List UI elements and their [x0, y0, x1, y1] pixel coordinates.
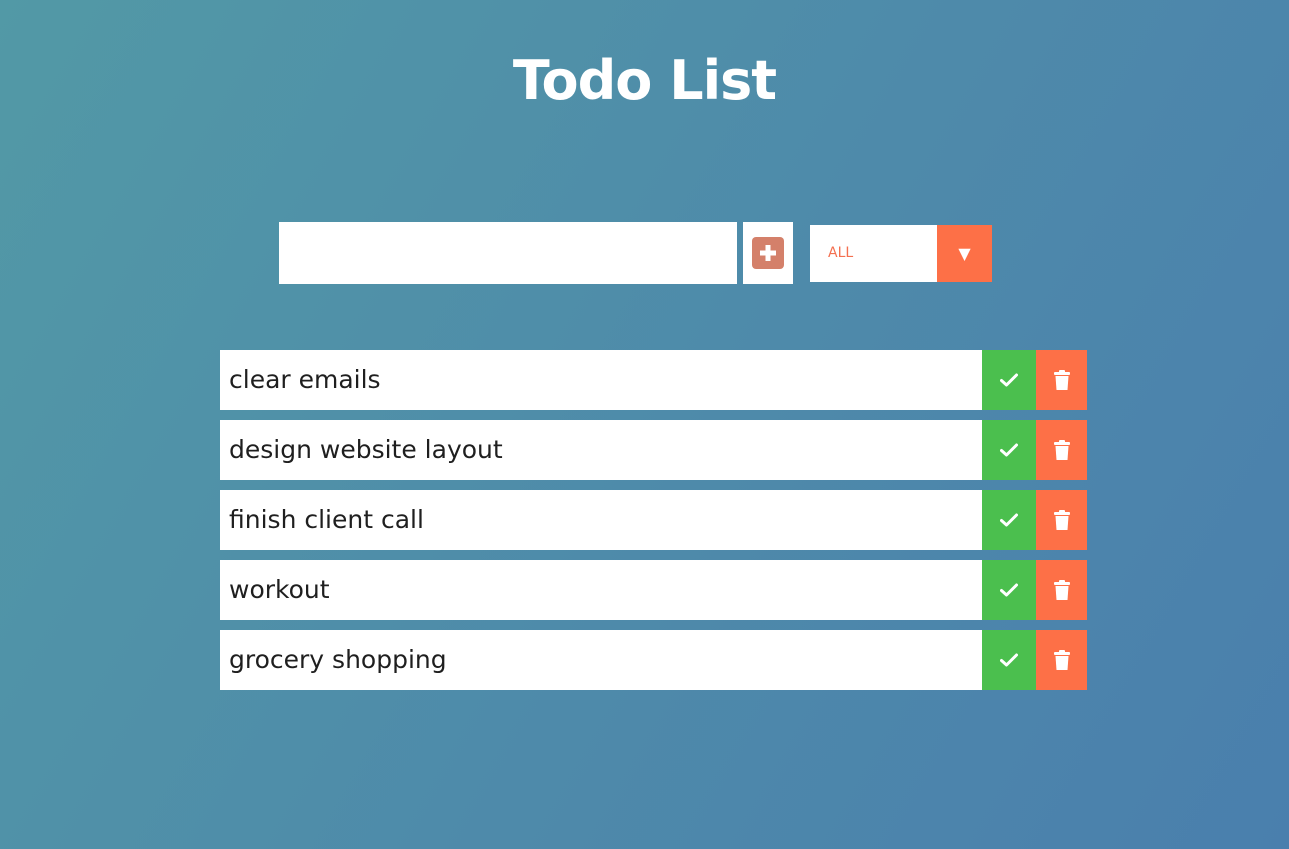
todo-text: clear emails — [229, 365, 381, 394]
plus-square-icon — [752, 237, 784, 269]
delete-button[interactable] — [1036, 420, 1087, 480]
todo-item: finish client call — [220, 490, 1087, 550]
add-todo-button[interactable] — [743, 222, 793, 284]
filter-select[interactable]: ALL ▼ — [810, 225, 992, 282]
complete-button[interactable] — [982, 630, 1036, 690]
todo-text: finish client call — [229, 505, 424, 534]
trash-icon — [1053, 440, 1070, 460]
check-icon — [1000, 373, 1018, 387]
todo-text: workout — [229, 575, 330, 604]
delete-button[interactable] — [1036, 490, 1087, 550]
filter-selected-value: ALL — [828, 245, 854, 261]
todo-item: workout — [220, 560, 1087, 620]
delete-button[interactable] — [1036, 350, 1087, 410]
complete-button[interactable] — [982, 420, 1036, 480]
page-title: Todo List — [512, 49, 777, 112]
check-icon — [1000, 443, 1018, 457]
todo-input[interactable] — [279, 222, 737, 284]
complete-button[interactable] — [982, 490, 1036, 550]
delete-button[interactable] — [1036, 560, 1087, 620]
check-icon — [1000, 583, 1018, 597]
todo-list: clear emails design website layout finis… — [220, 350, 1087, 700]
todo-text: grocery shopping — [229, 645, 447, 674]
trash-icon — [1053, 650, 1070, 670]
dropdown-arrow-icon[interactable]: ▼ — [937, 225, 992, 282]
delete-button[interactable] — [1036, 630, 1087, 690]
todo-item: grocery shopping — [220, 630, 1087, 690]
trash-icon — [1053, 510, 1070, 530]
trash-icon — [1053, 370, 1070, 390]
complete-button[interactable] — [982, 560, 1036, 620]
todo-item: clear emails — [220, 350, 1087, 410]
todo-text: design website layout — [229, 435, 503, 464]
complete-button[interactable] — [982, 350, 1036, 410]
todo-item: design website layout — [220, 420, 1087, 480]
check-icon — [1000, 513, 1018, 527]
check-icon — [1000, 653, 1018, 667]
trash-icon — [1053, 580, 1070, 600]
